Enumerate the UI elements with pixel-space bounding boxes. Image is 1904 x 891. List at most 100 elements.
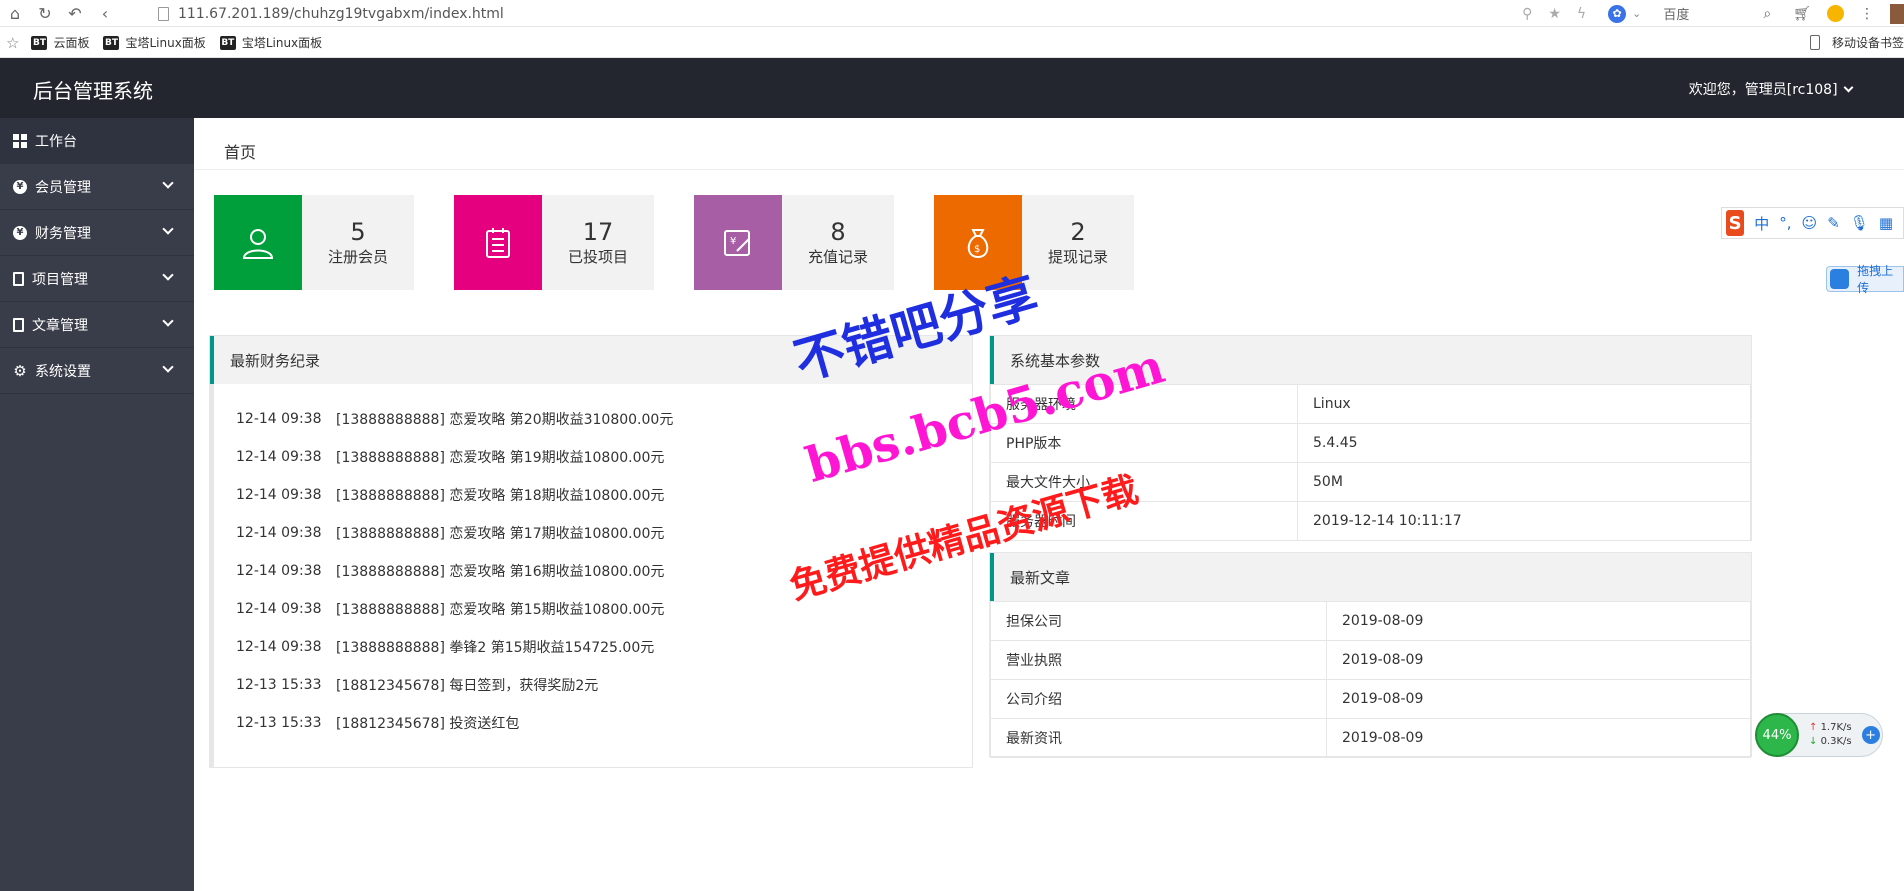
table-row[interactable]: 担保公司 2019-08-09 <box>990 601 1751 641</box>
speed-down: 0.3K/s <box>1820 736 1852 747</box>
svg-text:¥: ¥ <box>730 236 736 247</box>
record-time: 12-13 15:33 <box>236 715 322 731</box>
network-speed-widget[interactable]: 44% ↑ 1.7K/s ↓ 0.3K/s + <box>1755 713 1883 757</box>
sidebar-item-settings[interactable]: ⚙ 系统设置 <box>0 348 194 394</box>
article-icon <box>13 317 24 332</box>
article-name[interactable]: 最新资讯 <box>990 718 1327 758</box>
undo-icon[interactable]: ↶ <box>60 0 90 27</box>
bookmark-item[interactable]: BT 宝塔Linux面板 <box>219 34 323 51</box>
home-icon[interactable]: ⌂ <box>0 0 30 27</box>
table-cell-value: 2019-12-14 10:11:17 <box>1297 501 1751 541</box>
finance-icon: ¥ <box>13 225 27 240</box>
sidebar-item-articles[interactable]: 文章管理 <box>0 302 194 348</box>
pen-icon[interactable]: ✎ <box>1827 214 1840 232</box>
project-icon <box>13 271 24 286</box>
bolt-icon[interactable]: ϟ <box>1577 6 1586 22</box>
mic-icon[interactable]: 🎙︎ <box>1850 214 1869 232</box>
stat-icon-box <box>454 195 542 290</box>
mobile-bookmarks[interactable]: 移动设备书签 <box>1809 34 1904 51</box>
list-item: 12-13 15:33 [18812345678] 投资送红包 <box>214 704 972 742</box>
money-bag-icon: $ <box>967 228 989 258</box>
svg-text:$: $ <box>974 244 980 255</box>
record-text: [13888888888] 恋爱攻略 第20期收益310800.00元 <box>336 412 674 428</box>
article-name[interactable]: 营业执照 <box>990 640 1327 680</box>
articles-panel: 最新文章 担保公司 2019-08-09 营业执照 2019-08-09 公司介绍 2… <box>989 552 1752 758</box>
record-text: [13888888888] 拳锋2 第15期收益154725.00元 <box>336 640 655 656</box>
grid-icon[interactable]: ▦ <box>1879 214 1893 232</box>
article-name[interactable]: 担保公司 <box>990 601 1327 641</box>
url-text: 111.67.201.189/chuhzg19tvgabxm/index.htm… <box>178 5 504 22</box>
article-date: 2019-08-09 <box>1326 640 1751 680</box>
sidebar-item-label: 系统设置 <box>35 363 91 380</box>
sidebar-item-projects[interactable]: 项目管理 <box>0 256 194 302</box>
sidebar-item-members[interactable]: ¥ 会员管理 <box>0 164 194 210</box>
article-name[interactable]: 公司介绍 <box>990 679 1327 719</box>
search-box[interactable]: ✿ ⌄ 百度 ⌕ <box>1608 4 1771 23</box>
list-item: 12-14 09:38 [13888888888] 拳锋2 第15期收益15472… <box>214 628 972 666</box>
sidebar-item-finance[interactable]: ¥ 财务管理 <box>0 210 194 256</box>
table-cell-value: 50M <box>1297 462 1751 502</box>
app-header: 后台管理系统 欢迎您，管理员[rc108] <box>0 58 1904 118</box>
sidebar-item-label: 项目管理 <box>32 271 88 288</box>
ime-toolbar[interactable]: S 中 °, ☺ ✎ 🎙︎ ▦ <box>1721 207 1904 239</box>
punctuation-icon[interactable]: °, <box>1779 214 1791 232</box>
clipboard-icon <box>486 227 510 258</box>
star-icon[interactable]: ★ <box>1548 6 1561 22</box>
phone-icon <box>1809 35 1820 50</box>
cloud-upload-tab[interactable]: 拖拽上传 <box>1826 264 1904 295</box>
sidebar-item-label: 工作台 <box>35 133 77 150</box>
coin-icon[interactable] <box>1827 5 1844 22</box>
bt-icon: BT <box>103 35 120 50</box>
record-time: 12-14 09:38 <box>236 563 322 579</box>
bookmark-item[interactable]: BT 宝塔Linux面板 <box>103 34 206 51</box>
bookmarks-bar: ☆ BT 云面板 BT 宝塔Linux面板 BT 宝塔Linux面板 移动设备书… <box>0 28 1904 58</box>
ime-mode[interactable]: 中 <box>1754 213 1769 234</box>
refresh-icon[interactable]: ↻ <box>30 0 60 27</box>
stat-label: 注册会员 <box>327 248 388 266</box>
cloud-label: 拖拽上传 <box>1857 264 1894 295</box>
bookmark-item[interactable]: BT 云面板 <box>31 34 89 51</box>
speed-up: 1.7K/s <box>1820 722 1852 733</box>
plus-icon[interactable]: + <box>1861 726 1880 744</box>
list-item: 12-13 15:33 [18812345678] 每日签到，获得奖励2元 <box>214 666 972 704</box>
stat-card-recharge[interactable]: ¥ 8 充值记录 <box>694 195 894 290</box>
sogou-logo-icon: S <box>1726 210 1745 236</box>
tab-home[interactable]: 首页 <box>224 139 256 163</box>
sidebar: 工作台 ¥ 会员管理 ¥ 财务管理 项目管理 文章管理 ⚙ 系统设置 <box>0 118 194 891</box>
sidebar-item-workbench[interactable]: 工作台 <box>0 118 194 164</box>
stat-card-members[interactable]: 5 注册会员 <box>214 195 414 290</box>
baidu-paw-icon: ✿ <box>1608 4 1627 23</box>
menu-dots-icon[interactable]: ⋮ <box>1860 6 1874 22</box>
table-row[interactable]: 公司介绍 2019-08-09 <box>990 679 1751 719</box>
bt-icon: BT <box>219 35 236 50</box>
cart-icon[interactable]: 🛒︎ <box>1793 6 1811 22</box>
avatar[interactable] <box>1890 3 1904 24</box>
stat-card-projects[interactable]: 17 已投项目 <box>454 195 654 290</box>
record-time: 12-13 15:33 <box>236 677 322 693</box>
search-icon[interactable]: ⌕ <box>1763 6 1771 22</box>
articles-panel-title: 最新文章 <box>990 553 1751 601</box>
stat-icon-box <box>214 195 302 290</box>
member-icon: ¥ <box>13 179 27 194</box>
stat-icon-box: ¥ <box>694 195 782 290</box>
chevron-down-icon: ⌄ <box>1632 7 1642 20</box>
table-row[interactable]: 营业执照 2019-08-09 <box>990 640 1751 680</box>
bookmark-label: 宝塔Linux面板 <box>241 36 323 50</box>
emoji-icon[interactable]: ☺ <box>1802 214 1818 232</box>
stat-value: 5 <box>350 218 366 246</box>
cloud-icon <box>1830 269 1850 289</box>
articles-table: 担保公司 2019-08-09 营业执照 2019-08-09 公司介绍 2019-0… <box>990 601 1751 758</box>
back-icon[interactable]: ‹ <box>90 0 120 27</box>
address-bar[interactable]: 111.67.201.189/chuhzg19tvgabxm/index.htm… <box>158 3 504 24</box>
chevron-down-icon <box>162 315 174 327</box>
pin-icon[interactable]: ⚲ <box>1522 6 1532 22</box>
table-row[interactable]: 最新资讯 2019-08-09 <box>990 718 1751 758</box>
bt-icon: BT <box>31 35 48 50</box>
recharge-icon: ¥ <box>724 229 750 256</box>
user-menu[interactable]: 欢迎您，管理员[rc108] <box>1689 79 1854 99</box>
record-time: 12-14 09:38 <box>236 449 322 465</box>
article-date: 2019-08-09 <box>1326 718 1751 758</box>
speed-percent: 44% <box>1755 713 1799 757</box>
record-text: [13888888888] 恋爱攻略 第17期收益10800.00元 <box>336 526 665 542</box>
bookmark-star-icon[interactable]: ☆ <box>6 34 19 52</box>
